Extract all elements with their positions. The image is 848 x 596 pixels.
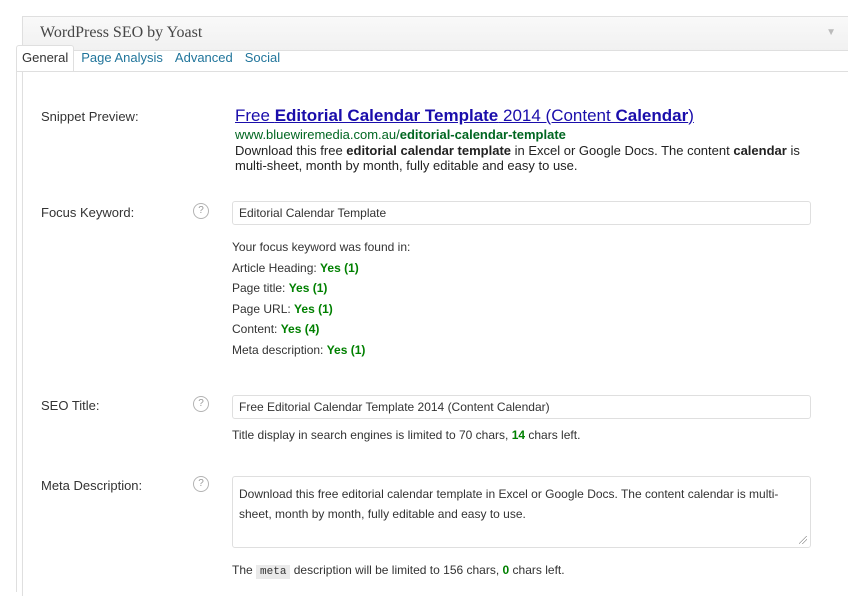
- list-item: Page title: Yes (1): [232, 281, 328, 295]
- list-item: Article Heading: Yes (1): [232, 260, 359, 275]
- list-item: Page URL: Yes (1): [232, 301, 333, 316]
- help-icon[interactable]: ?: [193, 396, 209, 412]
- triangle-down-icon[interactable]: ▼: [826, 27, 836, 38]
- snippet-description: Download this free editorial calendar te…: [235, 143, 800, 173]
- tab-general[interactable]: General: [16, 45, 75, 72]
- meta-description-text: Download this free editorial calendar te…: [239, 487, 779, 521]
- focus-keyword-input[interactable]: Editorial Calendar Template: [232, 201, 811, 225]
- keyword-found-list: Your focus keyword was found in: Article…: [232, 237, 410, 360]
- snippet-preview: Free Editorial Calendar Template 2014 (C…: [235, 106, 805, 173]
- resize-handle[interactable]: [799, 536, 807, 544]
- tab-social[interactable]: Social: [240, 46, 285, 71]
- metabox-title: WordPress SEO by Yoast: [40, 24, 203, 41]
- keyword-found-intro: Your focus keyword was found in:: [232, 240, 411, 254]
- tab-advanced[interactable]: Advanced: [170, 46, 238, 71]
- meta-description-label: Meta Description:: [41, 478, 143, 493]
- seo-title-length-note: Title display in search engines is limit…: [232, 428, 581, 442]
- help-icon[interactable]: ?: [193, 476, 209, 492]
- tab-bar: General Page Analysis Advanced Social: [16, 44, 287, 72]
- meta-description-length-note: The meta description will be limited to …: [232, 563, 565, 579]
- snippet-preview-label: Snippet Preview:: [41, 109, 139, 124]
- snippet-url: www.bluewiremedia.com.au/editorial-calen…: [235, 127, 566, 142]
- seo-title-label: SEO Title:: [41, 398, 100, 413]
- tab-page-analysis[interactable]: Page Analysis: [76, 46, 168, 71]
- seo-title-input[interactable]: Free Editorial Calendar Template 2014 (C…: [232, 395, 811, 419]
- meta-code: meta: [256, 565, 291, 579]
- focus-keyword-label: Focus Keyword:: [41, 205, 135, 220]
- list-item: Meta description: Yes (1): [232, 342, 366, 357]
- meta-description-textarea[interactable]: Download this free editorial calendar te…: [232, 476, 811, 548]
- snippet-title-link[interactable]: Free Editorial Calendar Template 2014 (C…: [235, 106, 805, 126]
- list-item: Content: Yes (4): [232, 322, 320, 336]
- help-icon[interactable]: ?: [193, 203, 209, 219]
